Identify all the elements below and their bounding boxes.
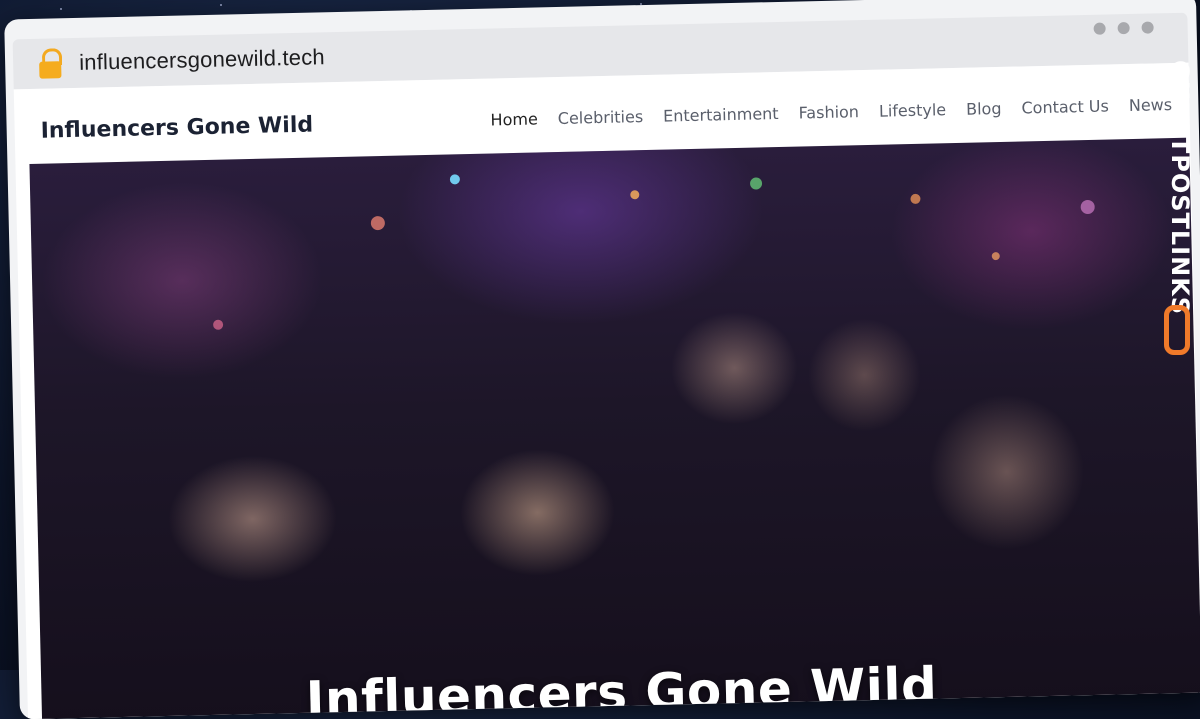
bokeh-light [449, 174, 461, 185]
chain-link-icon [1164, 305, 1190, 355]
nav-item-home[interactable]: Home [490, 109, 538, 129]
web-page: Influencers Gone Wild Home Celebrities E… [13, 62, 1200, 719]
nav-item-celebrities[interactable]: Celebrities [558, 107, 644, 128]
nav-item-contact-us[interactable]: Contact Us [1021, 96, 1109, 117]
nav-item-blog[interactable]: Blog [966, 99, 1002, 119]
bokeh-light [630, 190, 640, 200]
bokeh-light [749, 177, 763, 190]
bokeh-light [1080, 199, 1095, 215]
main-navigation: Home Celebrities Entertainment Fashion L… [490, 95, 1172, 129]
nav-item-fashion[interactable]: Fashion [798, 102, 859, 122]
bokeh-light [370, 215, 386, 231]
bokeh-light [991, 251, 1000, 261]
window-dot-icon[interactable] [1141, 21, 1154, 34]
bokeh-light [213, 319, 224, 330]
window-dot-icon[interactable] [1093, 22, 1106, 35]
watermark: GUESTPOSTLINKS [1154, 60, 1194, 360]
hero-title: Influencers Gone Wild [305, 656, 938, 719]
watermark-text: GUESTPOSTLINKS [1166, 60, 1194, 316]
browser-window: influencersgonewild.tech Influencers Gon… [4, 0, 1200, 719]
nav-item-entertainment[interactable]: Entertainment [663, 104, 779, 126]
site-title[interactable]: Influencers Gone Wild [40, 113, 313, 144]
hero-banner-image: Influencers Gone Wild [29, 137, 1200, 719]
url-text[interactable]: influencersgonewild.tech [79, 44, 325, 76]
lock-icon [37, 47, 66, 80]
nav-item-lifestyle[interactable]: Lifestyle [879, 100, 947, 121]
bokeh-light [910, 193, 921, 205]
window-dot-icon[interactable] [1117, 21, 1130, 35]
window-controls [1093, 21, 1154, 35]
